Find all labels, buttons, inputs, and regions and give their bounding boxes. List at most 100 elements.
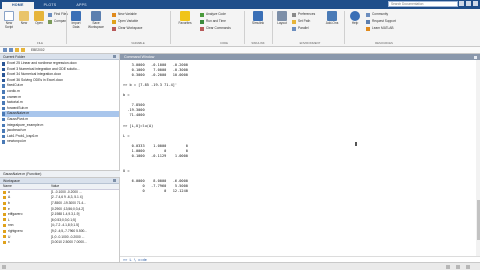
help-button[interactable]: Help xyxy=(348,11,362,26)
variable-name-cell: x xyxy=(0,239,48,245)
ribbon: New Script New Open Find Files Compare F… xyxy=(0,9,480,47)
variable-icon xyxy=(3,190,6,194)
import-data-button[interactable]: Import Data xyxy=(68,11,84,29)
scrollbar-thumb[interactable] xyxy=(476,200,480,240)
community-button[interactable]: Community xyxy=(366,12,388,17)
save-workspace-label: Save Workspace xyxy=(88,21,104,29)
group-resources-label: RESOURCES xyxy=(375,41,393,45)
matlab-file-icon xyxy=(2,90,5,94)
run-and-time-button[interactable]: Run and Time xyxy=(200,19,226,24)
new-button[interactable]: New xyxy=(17,11,31,26)
matlab-file-icon xyxy=(2,129,5,133)
vertical-scrollbar[interactable] xyxy=(476,60,480,256)
run-icon xyxy=(200,19,204,24)
open-variable-icon xyxy=(112,19,116,24)
analyze-code-button[interactable]: Analyze Code xyxy=(200,12,226,17)
import-data-label: Import Data xyxy=(71,21,81,29)
divider xyxy=(170,11,171,44)
new-script-button[interactable]: New Script xyxy=(2,11,16,29)
tab-plots[interactable]: PLOTS xyxy=(34,2,67,9)
set-path-button[interactable]: Set Path xyxy=(292,19,310,24)
clear-workspace-button[interactable]: Clear Workspace xyxy=(112,26,142,31)
learn-matlab-button[interactable]: Learn MATLAB xyxy=(366,26,394,31)
forward-icon[interactable] xyxy=(9,48,13,52)
quick-access-toolbar xyxy=(459,1,478,6)
find-files-button[interactable]: Find Files xyxy=(48,12,68,17)
open-variable-button[interactable]: Open Variable xyxy=(112,19,138,24)
panel-menu-icon[interactable] xyxy=(113,179,116,182)
open-variable-label: Open Variable xyxy=(118,19,139,23)
command-output: 3.0000 -0.1000 -0.2000 0.1000 7.0000 -0.… xyxy=(120,60,480,204)
divider xyxy=(66,11,67,44)
set-path-label: Set Path xyxy=(298,19,311,23)
favorites-label: Favorites xyxy=(178,21,192,25)
user-icon[interactable] xyxy=(473,1,478,6)
tab-home[interactable]: HOME xyxy=(2,2,34,9)
windows-taskbar-icon[interactable] xyxy=(446,264,450,269)
analyze-code-label: Analyze Code xyxy=(206,12,226,16)
community-icon xyxy=(366,12,370,17)
simulink-icon xyxy=(253,11,263,21)
variable-value: [3.0010 2.5000 7.0000... xyxy=(51,240,87,245)
star-icon xyxy=(180,11,190,21)
clear-commands-button[interactable]: Clear Commands xyxy=(200,26,231,31)
file-list: Excel 25 Linear and nonlinear regression… xyxy=(0,60,119,145)
matlab-file-icon xyxy=(2,117,5,122)
new-variable-button[interactable]: New Variable xyxy=(112,12,137,17)
details-bar[interactable]: GaussNaive.m (Function) xyxy=(0,170,120,178)
matlab-window: HOME PLOTS APPS Search Documentation New… xyxy=(0,0,480,270)
tab-apps[interactable]: APPS xyxy=(66,2,96,9)
windows-taskbar-icon[interactable] xyxy=(466,264,470,269)
folder-open-icon xyxy=(34,11,44,21)
parallel-button[interactable]: Parallel xyxy=(292,26,309,31)
variable-name: nnn xyxy=(8,223,14,228)
browse-folder-icon[interactable] xyxy=(21,48,25,52)
workspace-row[interactable]: x [3.0010 2.5000 7.0000... xyxy=(0,239,119,245)
request-support-button[interactable]: Request Support xyxy=(366,19,396,24)
simulink-button[interactable]: Simulink xyxy=(248,11,268,26)
variable-name: U xyxy=(8,234,11,239)
variable-icon xyxy=(3,212,6,216)
group-simulink-label: SIMULINK xyxy=(251,41,265,45)
up-folder-icon[interactable] xyxy=(15,48,19,52)
parallel-icon xyxy=(292,26,296,31)
new-variable-label: New Variable xyxy=(118,12,137,16)
variable-name: x xyxy=(8,240,10,245)
new-script-label: New Script xyxy=(4,21,14,29)
file-list-item[interactable]: newtonpol.m xyxy=(2,139,119,145)
panel-menu-icon[interactable] xyxy=(113,55,116,58)
parallel-label: Parallel xyxy=(298,26,309,30)
save-workspace-button[interactable]: Save Workspace xyxy=(86,11,106,29)
back-icon[interactable] xyxy=(3,48,7,52)
workspace-header: Workspace xyxy=(0,178,119,184)
addons-button[interactable]: Add-Ons xyxy=(324,11,340,26)
layout-button[interactable]: Layout xyxy=(274,11,290,26)
find-files-icon xyxy=(48,12,52,17)
analyze-icon xyxy=(200,12,204,17)
preferences-button[interactable]: Preferences xyxy=(292,12,315,17)
compare-button[interactable]: Compare xyxy=(48,19,67,24)
learn-icon xyxy=(366,26,370,31)
bell-icon[interactable] xyxy=(466,1,471,6)
clear-icon xyxy=(112,26,116,31)
command-window[interactable]: Command Window 3.0000 -0.1000 -0.2000 0.… xyxy=(120,54,480,262)
panel-menu-icon[interactable] xyxy=(474,55,477,59)
matlab-file-icon xyxy=(2,140,5,144)
favorites-button[interactable]: Favorites xyxy=(174,11,196,26)
windows-taskbar-icon[interactable] xyxy=(456,264,460,269)
current-path[interactable]: EBE2002 xyxy=(31,48,44,52)
word-document-icon xyxy=(2,67,5,72)
open-button[interactable]: Open xyxy=(32,11,46,26)
workspace-rows: a [1 -0.1000 -0.2000 ... A [2 -7.4,6 9 -6,3… xyxy=(0,189,119,245)
variable-icon xyxy=(112,12,116,17)
current-folder-header: Current Folder xyxy=(0,54,119,60)
variable-icon xyxy=(3,240,6,244)
search-documentation-input[interactable]: Search Documentation xyxy=(388,1,458,7)
workspace-panel: Workspace Name Value a [1 -0.1000 -0.2000… xyxy=(0,178,120,262)
command-output-line xyxy=(123,199,480,204)
variable-icon xyxy=(3,235,6,239)
matlab-file-icon xyxy=(2,84,5,88)
help-icon[interactable] xyxy=(459,1,464,6)
group-variable-label: VARIABLE xyxy=(131,41,145,45)
word-document-icon xyxy=(2,73,5,77)
